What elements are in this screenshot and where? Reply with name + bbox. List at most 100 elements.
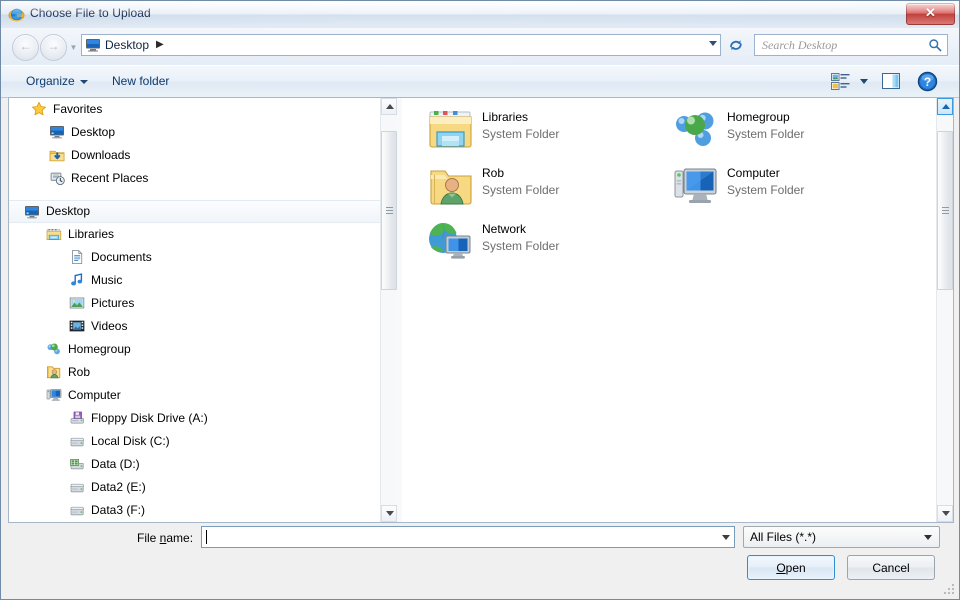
nav-pane-scrollbar[interactable] bbox=[380, 98, 397, 522]
desktop-icon bbox=[49, 124, 65, 140]
command-toolbar: Organize New folder ? bbox=[1, 65, 959, 98]
file-item-type: System Folder bbox=[727, 127, 805, 141]
libraries-folder-icon bbox=[428, 108, 474, 152]
tree-item-label: Floppy Disk Drive (A:) bbox=[91, 411, 208, 425]
search-box[interactable]: Search Desktop bbox=[754, 34, 948, 56]
sidebar-item-computer[interactable]: Computer bbox=[9, 384, 380, 407]
scroll-up-button[interactable] bbox=[381, 98, 397, 115]
title-bar: Choose File to Upload ✕ bbox=[1, 1, 959, 29]
triangle-down-icon bbox=[942, 511, 950, 516]
scroll-up-button[interactable] bbox=[937, 98, 953, 115]
chevron-down-icon bbox=[860, 79, 868, 84]
tree-item-label: Pictures bbox=[91, 296, 135, 310]
folder-tree: Favorites Desktop Downloads Recent Places De… bbox=[9, 98, 380, 522]
sidebar-item-music[interactable]: Music bbox=[9, 269, 380, 292]
search-icon bbox=[928, 38, 942, 52]
address-bar[interactable]: Desktop ▶ bbox=[81, 34, 721, 56]
address-dropdown-icon[interactable] bbox=[709, 41, 717, 46]
sidebar-item-rob[interactable]: Rob bbox=[9, 361, 380, 384]
preview-pane-button[interactable] bbox=[880, 71, 904, 92]
recent-places-icon bbox=[49, 170, 65, 186]
sidebar-item-data2-e[interactable]: Data2 (E:) bbox=[9, 476, 380, 499]
forward-button[interactable]: → bbox=[40, 34, 67, 61]
file-item[interactable]: Network System Folder bbox=[420, 216, 660, 268]
scroll-thumb[interactable] bbox=[937, 130, 953, 291]
hard-drive-icon bbox=[69, 479, 85, 495]
sidebar-item-homegroup[interactable]: Homegroup bbox=[9, 338, 380, 361]
cancel-button[interactable]: Cancel bbox=[847, 555, 935, 580]
tree-item-label: Computer bbox=[68, 388, 121, 402]
file-item[interactable]: Computer System Folder bbox=[665, 160, 905, 212]
file-list-pane[interactable]: Libraries System Folder Homegroup System Fo… bbox=[402, 98, 953, 522]
computer-icon bbox=[46, 387, 62, 403]
triangle-down-icon bbox=[386, 511, 394, 516]
sidebar-item-pictures[interactable]: Pictures bbox=[9, 292, 380, 315]
tree-item-label: Libraries bbox=[68, 227, 115, 241]
file-item[interactable]: Libraries System Folder bbox=[420, 104, 660, 156]
change-view-button[interactable] bbox=[829, 71, 871, 92]
navigation-bar: ← → ▼ Desktop ▶ Search Desktop bbox=[1, 28, 959, 65]
file-item-name: Homegroup bbox=[727, 110, 790, 124]
sidebar-item-local-disk-c[interactable]: Local Disk (C:) bbox=[9, 430, 380, 453]
file-type-filter-dropdown[interactable]: All Files (*.*) bbox=[743, 526, 940, 548]
tree-item-label: Desktop bbox=[46, 204, 91, 218]
scroll-down-button[interactable] bbox=[937, 505, 953, 522]
file-item-type: System Folder bbox=[482, 239, 560, 253]
tree-item-label: Homegroup bbox=[68, 342, 131, 356]
sidebar-item-data3-f[interactable]: Data3 (F:) bbox=[9, 499, 380, 522]
back-arrow-icon: ← bbox=[19, 39, 32, 53]
resize-grip[interactable] bbox=[944, 584, 956, 596]
sidebar-item-documents[interactable]: Documents bbox=[9, 246, 380, 269]
sidebar-item-desktop[interactable]: Desktop bbox=[9, 200, 380, 223]
view-mode-icon bbox=[831, 73, 850, 90]
sidebar-item-downloads[interactable]: Downloads bbox=[9, 144, 380, 167]
grip-icon bbox=[942, 206, 949, 216]
navigation-pane: Favorites Desktop Downloads Recent Places De… bbox=[9, 98, 397, 522]
star-icon bbox=[31, 101, 47, 117]
grip-icon bbox=[386, 206, 393, 216]
scroll-down-button[interactable] bbox=[381, 505, 397, 522]
tree-item-label: Rob bbox=[68, 365, 91, 379]
organize-label: Organize bbox=[26, 74, 75, 88]
recent-locations-button[interactable]: ▼ bbox=[68, 42, 79, 53]
sidebar-item-recent-places[interactable]: Recent Places bbox=[9, 167, 380, 190]
file-pane-scrollbar[interactable] bbox=[936, 98, 953, 522]
file-open-dialog-window: Choose File to Upload ✕ ← → ▼ Desktop ▶ … bbox=[0, 0, 960, 600]
breadcrumb-separator-icon[interactable]: ▶ bbox=[156, 39, 164, 50]
file-name-label: File name: bbox=[137, 531, 194, 545]
tree-item-label: Desktop bbox=[71, 125, 116, 139]
breadcrumb-desktop[interactable]: Desktop bbox=[105, 38, 149, 52]
help-button[interactable]: ? bbox=[917, 71, 938, 92]
network-icon bbox=[428, 220, 474, 264]
computer-icon bbox=[673, 164, 719, 208]
new-folder-button[interactable]: New folder bbox=[105, 71, 176, 92]
triangle-up-icon bbox=[942, 104, 950, 109]
file-name-dropdown-icon[interactable] bbox=[722, 535, 730, 540]
sidebar-item-videos[interactable]: Videos bbox=[9, 315, 380, 338]
window-title: Choose File to Upload bbox=[30, 6, 151, 20]
file-item[interactable]: Homegroup System Folder bbox=[665, 104, 905, 156]
open-button[interactable]: Open bbox=[747, 555, 835, 580]
organize-button[interactable]: Organize bbox=[19, 71, 95, 92]
file-item[interactable]: Rob System Folder bbox=[420, 160, 660, 212]
floppy-drive-icon bbox=[69, 410, 85, 426]
sidebar-item-data-d[interactable]: Data (D:) bbox=[9, 453, 380, 476]
close-button[interactable]: ✕ bbox=[906, 3, 955, 25]
back-button[interactable]: ← bbox=[12, 34, 39, 61]
desktop-icon bbox=[85, 38, 101, 52]
tree-item-label: Music bbox=[91, 273, 123, 287]
sidebar-item-libraries[interactable]: Libraries bbox=[9, 223, 380, 246]
tree-item-label: Data2 (E:) bbox=[91, 480, 146, 494]
sidebar-item-desktop[interactable]: Desktop bbox=[9, 121, 380, 144]
search-placeholder: Search Desktop bbox=[762, 38, 838, 52]
refresh-button[interactable] bbox=[724, 34, 748, 56]
file-items-container: Libraries System Folder Homegroup System Fo… bbox=[402, 98, 936, 522]
sidebar-item-floppy-disk-drive-a[interactable]: Floppy Disk Drive (A:) bbox=[9, 407, 380, 430]
file-type-filter-value: All Files (*.*) bbox=[750, 530, 817, 544]
music-icon bbox=[69, 272, 85, 288]
sidebar-group-favorites[interactable]: Favorites bbox=[9, 98, 380, 121]
scroll-thumb[interactable] bbox=[381, 130, 397, 291]
file-item-name: Libraries bbox=[482, 110, 529, 124]
hard-drive-icon bbox=[69, 433, 85, 449]
file-name-input[interactable] bbox=[201, 526, 735, 548]
